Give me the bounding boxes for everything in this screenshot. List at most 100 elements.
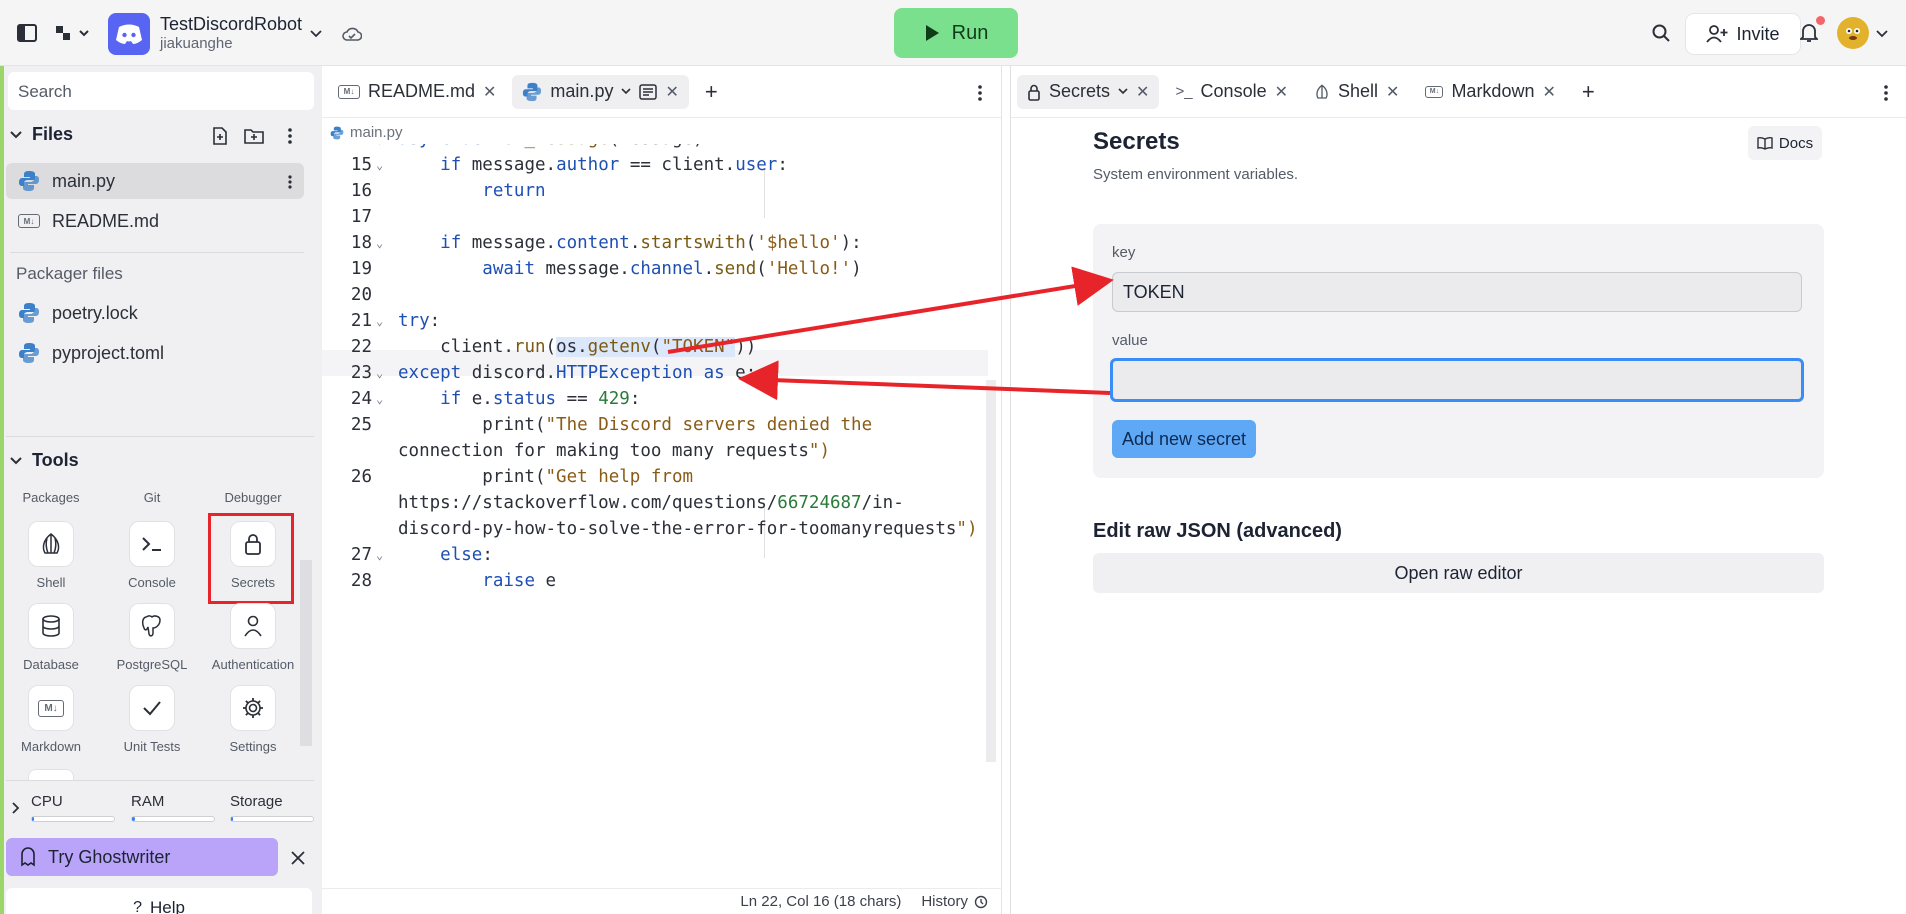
code-line[interactable]: 27 ⌄ else: [322, 542, 1002, 568]
file-item-readme[interactable]: M↓ README.md [6, 203, 304, 239]
tool-label-packages[interactable]: Packages [6, 490, 96, 505]
invite-button[interactable]: Invite [1686, 14, 1800, 54]
project-name[interactable]: TestDiscordRobot [160, 14, 302, 35]
tool-settings[interactable]: Settings [208, 685, 298, 754]
more-options-icon[interactable] [280, 124, 300, 148]
code-line[interactable]: 21 ⌄ try: [322, 308, 1002, 334]
workspace-menu-icon[interactable] [52, 18, 94, 48]
chevron-down-icon[interactable] [306, 24, 326, 44]
close-icon[interactable]: ✕ [1542, 82, 1555, 102]
close-icon[interactable]: ✕ [1386, 82, 1399, 102]
run-button[interactable]: Run [894, 8, 1018, 58]
close-icon[interactable]: ✕ [1275, 82, 1288, 102]
fold-chevron-icon[interactable]: ⌄ [376, 308, 383, 334]
tab-main-py[interactable]: main.py ✕ [512, 74, 689, 109]
tool-postgresql[interactable]: PostgreSQL [107, 603, 197, 672]
chevron-down-icon[interactable] [621, 88, 632, 95]
tool-label-git[interactable]: Git [107, 490, 197, 505]
editor-scrollbar[interactable] [986, 380, 996, 762]
close-icon[interactable]: ✕ [483, 82, 496, 102]
docs-label: Docs [1778, 134, 1814, 152]
code-line[interactable]: discord-py-how-to-solve-the-error-for-to… [322, 516, 1002, 542]
tab-shell[interactable]: Shell ✕ [1304, 75, 1409, 109]
code-line[interactable]: 25 print("The Discord servers denied the [322, 412, 1002, 438]
ghostwriter-button[interactable]: Try Ghostwriter [6, 838, 278, 876]
file-item-pyproject[interactable]: pyproject.toml [6, 335, 304, 371]
key-input[interactable]: TOKEN [1112, 272, 1802, 312]
tools-title: Tools [32, 450, 79, 470]
tool-label-debugger[interactable]: Debugger [208, 490, 298, 505]
avatar[interactable] [1837, 17, 1869, 49]
add-secret-button[interactable]: Add new secret [1112, 420, 1256, 458]
code-line[interactable]: 23 ⌄ except discord.HTTPException as e: [322, 360, 1002, 386]
file-more-icon[interactable] [280, 172, 300, 192]
code-line[interactable]: 16 return [322, 178, 1002, 204]
search-icon[interactable] [1648, 20, 1674, 46]
right-pane-more-icon[interactable] [1876, 82, 1896, 104]
tools-scrollbar[interactable] [300, 560, 312, 746]
cloud-check-icon[interactable] [340, 22, 364, 46]
close-icon[interactable] [286, 846, 310, 870]
breadcrumb[interactable]: main.py [330, 124, 403, 141]
fold-chevron-icon[interactable]: ⌄ [376, 386, 383, 412]
raw-json-title: Edit raw JSON (advanced) [1093, 520, 1342, 542]
outline-icon[interactable] [639, 83, 658, 100]
tool-markdown[interactable]: M↓ Markdown [6, 685, 96, 754]
fold-chevron-icon[interactable]: ⌄ [376, 542, 383, 568]
help-label: Help [149, 898, 185, 914]
project-logo[interactable] [108, 13, 150, 55]
fold-chevron-icon[interactable]: ⌄ [376, 360, 383, 386]
code-line[interactable]: 15 ⌄ if message.author == client.user: [322, 152, 1002, 178]
fold-chevron-icon[interactable]: ⌄ [376, 144, 383, 152]
code-text: raise e [482, 571, 557, 591]
help-icon: ? [133, 899, 142, 914]
code-line[interactable]: https://stackoverflow.com/questions/6672… [322, 490, 1002, 516]
code-line[interactable]: 14 ⌄ async def on_message(message): [322, 144, 1002, 152]
value-input[interactable] [1110, 358, 1804, 402]
new-folder-icon[interactable] [242, 124, 266, 148]
chevron-down-icon[interactable] [1118, 88, 1128, 95]
open-raw-editor-button[interactable]: Open raw editor [1093, 553, 1824, 593]
help-button[interactable]: ? Help [6, 888, 312, 914]
close-icon[interactable]: ✕ [1136, 82, 1149, 102]
editor-more-icon[interactable] [970, 82, 990, 104]
history-button[interactable]: History [921, 893, 988, 910]
fold-chevron-icon[interactable]: ⌄ [376, 230, 383, 256]
ram-meter-fill [132, 817, 135, 821]
code-line[interactable]: 19 await message.channel.send('Hello!') [322, 256, 1002, 282]
tab-secrets[interactable]: Secrets ✕ [1017, 74, 1160, 109]
new-tab-button[interactable]: + [1572, 75, 1605, 109]
close-icon[interactable]: ✕ [665, 82, 678, 102]
breadcrumb-file: main.py [350, 124, 403, 141]
code-line[interactable]: 20 [322, 282, 1002, 308]
code-editor[interactable]: 14⌄async def on_message(message):15⌄ if … [322, 144, 1002, 864]
tool-unit-tests[interactable]: Unit Tests [107, 685, 197, 754]
code-line[interactable]: 22 client.run(os.getenv("TOKEN")) [322, 334, 1002, 360]
docs-button[interactable]: Docs [1748, 126, 1822, 160]
cursor-position[interactable]: Ln 22, Col 16 (18 chars) [740, 893, 901, 910]
file-item-poetry-lock[interactable]: poetry.lock [6, 295, 304, 331]
code-line[interactable]: 26 print("Get help from [322, 464, 1002, 490]
code-line[interactable]: 18 ⌄ if message.content.startswith('$hell… [322, 230, 1002, 256]
fold-chevron-icon[interactable]: ⌄ [376, 152, 383, 178]
new-file-icon[interactable] [208, 124, 232, 148]
sidebar-toggle-icon[interactable] [12, 18, 42, 48]
tools-section-header[interactable]: Tools [10, 450, 79, 471]
code-line[interactable]: connection for making too many requests"… [322, 438, 1002, 464]
tab-readme[interactable]: M↓ README.md ✕ [328, 75, 506, 109]
file-item-main-py[interactable]: main.py [6, 163, 304, 199]
tab-console[interactable]: >_ Console ✕ [1165, 75, 1298, 109]
tool-database[interactable]: Database [6, 603, 96, 672]
tab-markdown[interactable]: M↓ Markdown ✕ [1415, 75, 1565, 109]
chevron-right-icon[interactable] [8, 798, 24, 818]
new-tab-button[interactable]: + [695, 75, 728, 109]
code-line[interactable]: 24 ⌄ if e.status == 429: [322, 386, 1002, 412]
chevron-down-icon[interactable] [1872, 24, 1892, 44]
search-input[interactable]: Search [8, 72, 314, 110]
tool-shell[interactable]: Shell [6, 521, 96, 590]
tool-console[interactable]: Console [107, 521, 197, 590]
code-text: if message.author == client.user: [440, 155, 788, 175]
tool-authentication[interactable]: Authentication [208, 603, 298, 672]
code-line[interactable]: 28 raise e [322, 568, 1002, 594]
code-line[interactable]: 17 [322, 204, 1002, 230]
